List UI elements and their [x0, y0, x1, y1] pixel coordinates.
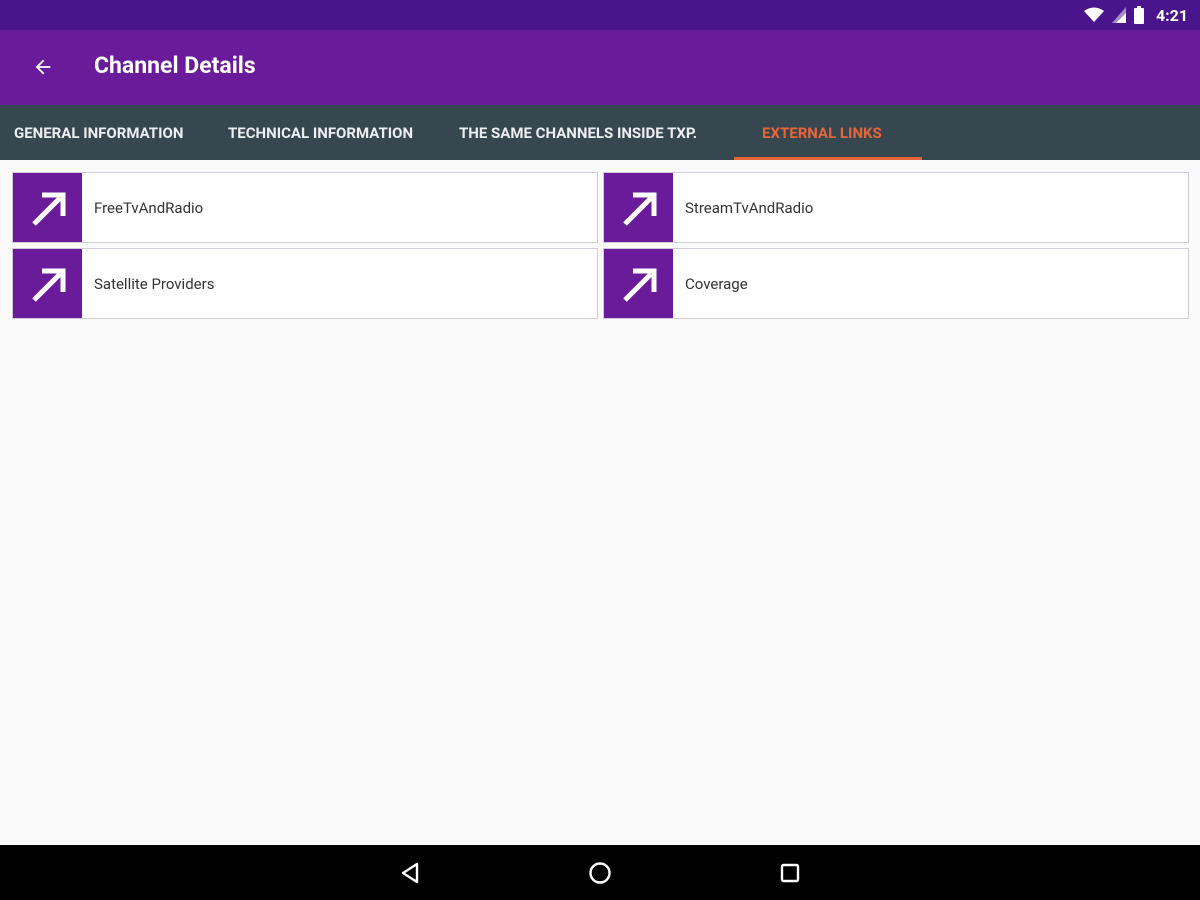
battery-icon: [1133, 6, 1144, 24]
nav-home-icon: [589, 862, 611, 884]
app-bar: Channel Details: [0, 30, 1200, 105]
nav-back-icon: [401, 862, 419, 884]
link-label: Satellite Providers: [94, 274, 215, 293]
system-nav-bar: [0, 845, 1200, 900]
nav-home-button[interactable]: [584, 857, 616, 889]
link-card-freetvandradio[interactable]: FreeTvAndRadio: [12, 172, 598, 243]
nav-recents-icon: [780, 863, 800, 883]
arrow-back-icon: [35, 59, 51, 75]
external-link-icon: [622, 268, 656, 302]
link-card-coverage[interactable]: Coverage: [603, 248, 1189, 319]
page-title: Channel Details: [94, 52, 256, 79]
external-links-list: FreeTvAndRadio StreamTvAndRadio Satellit…: [0, 160, 1200, 845]
link-label: Coverage: [685, 274, 748, 293]
signal-icon: [1111, 7, 1126, 23]
link-label: FreeTvAndRadio: [94, 198, 204, 217]
link-icon-box: [13, 173, 82, 242]
wifi-icon: [1083, 7, 1104, 22]
external-link-icon: [622, 192, 656, 226]
link-icon-box: [604, 249, 673, 318]
link-card-streamtvandradio[interactable]: StreamTvAndRadio: [603, 172, 1189, 243]
link-label: StreamTvAndRadio: [685, 198, 814, 217]
tab-technical-information[interactable]: TECHNICAL INFORMATION: [228, 105, 413, 160]
nav-back-button[interactable]: [394, 857, 426, 889]
tab-bar: GENERAL INFORMATION TECHNICAL INFORMATIO…: [0, 105, 1200, 160]
link-card-satellite-providers[interactable]: Satellite Providers: [12, 248, 598, 319]
link-icon-box: [604, 173, 673, 242]
link-icon-box: [13, 249, 82, 318]
status-bar: 4:21: [0, 0, 1200, 30]
status-icons: 4:21: [1083, 4, 1188, 26]
status-time: 4:21: [1155, 5, 1188, 25]
external-link-icon: [31, 192, 65, 226]
back-button[interactable]: [24, 48, 62, 86]
nav-recents-button[interactable]: [774, 857, 806, 889]
external-link-icon: [31, 268, 65, 302]
tab-external-links[interactable]: EXTERNAL LINKS: [762, 105, 882, 160]
tab-same-channels-inside-txp[interactable]: THE SAME CHANNELS INSIDE TXP.: [459, 105, 697, 160]
tab-general-information[interactable]: GENERAL INFORMATION: [14, 105, 183, 160]
